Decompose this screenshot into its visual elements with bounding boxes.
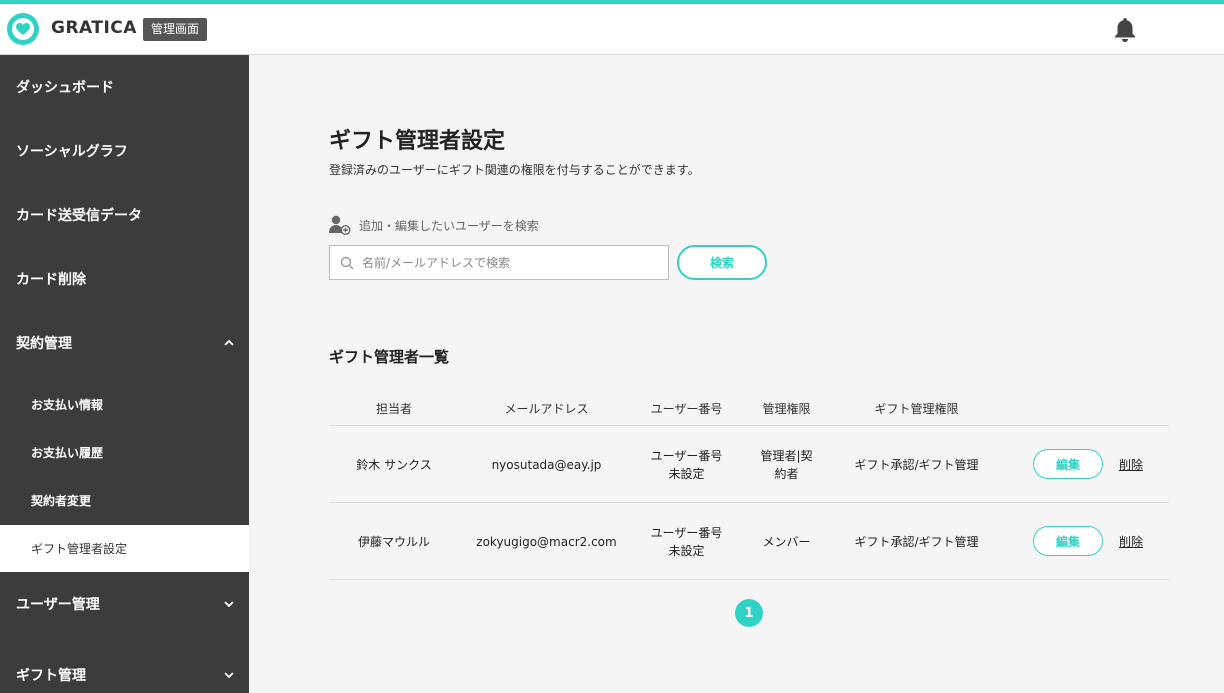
sidebar-item-user-management[interactable]: ユーザー管理 bbox=[0, 572, 249, 636]
cell-name: 鈴木 サンクス bbox=[356, 457, 432, 472]
sidebar-item-card-data[interactable]: カード送受信データ bbox=[0, 183, 249, 247]
search-icon bbox=[340, 256, 354, 269]
search-label-text: 追加・編集したいユーザーを検索 bbox=[359, 218, 539, 233]
sidebar-item-label: お支払い情報 bbox=[31, 397, 104, 412]
sidebar-item-payment-info[interactable]: お支払い情報 bbox=[0, 380, 249, 428]
sidebar-item-gift-admin[interactable]: ギフト管理者設定 bbox=[0, 525, 249, 572]
sidebar-item-label: ギフト管理 bbox=[16, 668, 86, 684]
page-description: 登録済みのユーザーにギフト関連の権限を付与することができます。 bbox=[329, 163, 700, 177]
sidebar-item-label: ギフト管理者設定 bbox=[31, 542, 128, 556]
delete-link[interactable]: 削除 bbox=[1119, 503, 1143, 580]
sidebar-item-contractor-change[interactable]: 契約者変更 bbox=[0, 476, 249, 524]
brand-name: GRATICA bbox=[51, 18, 137, 38]
edit-button[interactable]: 編集 bbox=[1033, 449, 1103, 479]
sidebar-item-label: 契約者変更 bbox=[31, 493, 92, 508]
admin-badge: 管理画面 bbox=[143, 18, 208, 41]
cell-user-number: ユーザー番号 未設定 bbox=[634, 503, 739, 580]
add-user-icon bbox=[329, 215, 351, 235]
app-header: GRATICA 管理画面 bbox=[0, 4, 1224, 55]
user-number-line: 未設定 bbox=[668, 543, 705, 558]
bell-icon[interactable] bbox=[1113, 17, 1137, 43]
chevron-down-icon bbox=[224, 672, 234, 679]
cell-email: nyosutada@eay.jp bbox=[491, 457, 602, 472]
role-line: メンバー bbox=[762, 534, 811, 549]
sidebar-item-label: ユーザー管理 bbox=[16, 597, 100, 613]
column-header: ギフト管理権限 bbox=[874, 402, 959, 416]
sidebar-item-card-delete[interactable]: カード削除 bbox=[0, 247, 249, 311]
search-input[interactable] bbox=[362, 255, 662, 270]
sidebar-item-payment-history[interactable]: お支払い履歴 bbox=[0, 428, 249, 476]
delete-link[interactable]: 削除 bbox=[1119, 426, 1143, 503]
column-header: ユーザー番号 bbox=[650, 402, 723, 416]
sidebar-item-label: ソーシャルグラフ bbox=[16, 144, 128, 160]
sidebar-item-label: 契約管理 bbox=[16, 336, 72, 352]
sidebar-item-label: カード送受信データ bbox=[16, 208, 142, 224]
sidebar-item-label: ダッシュボード bbox=[16, 80, 114, 96]
role-line: 約者 bbox=[774, 466, 799, 481]
user-number-line: ユーザー番号 bbox=[650, 448, 723, 463]
sidebar: ダッシュボード ソーシャルグラフ カード送受信データ カード削除 契約管理 お支… bbox=[0, 55, 249, 693]
sidebar-item-dashboard[interactable]: ダッシュボード bbox=[0, 55, 249, 119]
cell-user-number: ユーザー番号 未設定 bbox=[634, 426, 739, 503]
sidebar-item-social-graph[interactable]: ソーシャルグラフ bbox=[0, 119, 249, 183]
heart-icon[interactable] bbox=[7, 13, 39, 45]
chevron-down-icon bbox=[224, 601, 234, 608]
sidebar-item-gift-management[interactable]: ギフト管理 bbox=[0, 643, 249, 693]
table-header: 担当者 メールアドレス ユーザー番号 管理権限 ギフト管理権限 bbox=[329, 400, 1169, 426]
page-title: ギフト管理者設定 bbox=[329, 129, 506, 154]
column-header: 担当者 bbox=[375, 402, 412, 416]
table-row: 伊藤マウルル zokyugigo@macr2.com ユーザー番号 未設定 メン… bbox=[329, 503, 1169, 580]
main-content: ギフト管理者設定 登録済みのユーザーにギフト関連の権限を付与することができます。… bbox=[249, 55, 1224, 693]
search-button[interactable]: 検索 bbox=[677, 245, 767, 280]
cell-gift-role: ギフト承認/ギフト管理 bbox=[854, 457, 979, 472]
user-number-line: ユーザー番号 bbox=[650, 525, 723, 540]
cell-name: 伊藤マウルル bbox=[357, 534, 430, 549]
edit-button[interactable]: 編集 bbox=[1033, 526, 1103, 556]
role-line: 管理者|契 bbox=[760, 448, 813, 463]
pagination-page-current[interactable]: 1 bbox=[735, 599, 763, 627]
column-header: メールアドレス bbox=[504, 402, 589, 416]
sidebar-item-contract[interactable]: 契約管理 bbox=[0, 311, 249, 375]
search-label: 追加・編集したいユーザーを検索 bbox=[329, 215, 539, 235]
table-row: 鈴木 サンクス nyosutada@eay.jp ユーザー番号 未設定 管理者|… bbox=[329, 426, 1169, 503]
cell-gift-role: ギフト承認/ギフト管理 bbox=[854, 534, 979, 549]
cell-role: メンバー bbox=[739, 503, 834, 580]
cell-role: 管理者|契 約者 bbox=[739, 426, 834, 503]
cell-email: zokyugigo@macr2.com bbox=[476, 534, 617, 549]
search-field[interactable] bbox=[329, 245, 669, 280]
sidebar-item-label: カード削除 bbox=[16, 272, 86, 288]
chevron-up-icon bbox=[224, 339, 234, 346]
user-number-line: 未設定 bbox=[668, 466, 705, 481]
list-title: ギフト管理者一覧 bbox=[329, 348, 450, 366]
sidebar-item-label: お支払い履歴 bbox=[31, 445, 104, 460]
column-header: 管理権限 bbox=[762, 402, 811, 416]
